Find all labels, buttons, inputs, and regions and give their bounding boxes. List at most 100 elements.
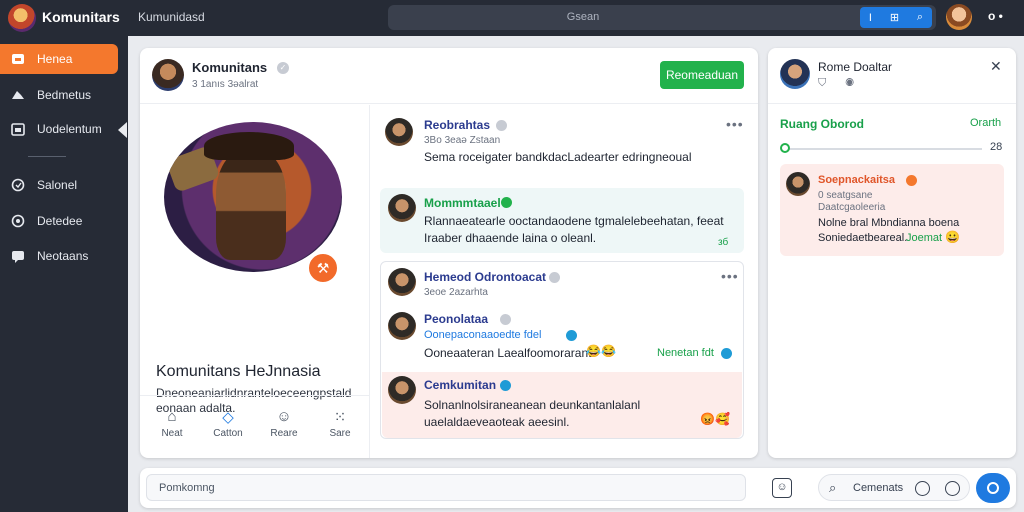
post-author[interactable]: Reobrahtas — [424, 118, 490, 132]
send-button[interactable] — [976, 473, 1010, 503]
verified-icon — [501, 197, 512, 208]
composer-bar: Pomkomng ☺ ⌕ Cemenats — [140, 468, 1016, 508]
search-placeholder[interactable]: Gsean — [388, 11, 778, 23]
room-status-icons: ⛉ ◉ — [818, 77, 863, 89]
post-text: Sema roceigater bandkdacLadearter edring… — [424, 150, 692, 164]
post-meta: 3Bo 3eaə Zstaan — [424, 135, 501, 146]
search-icon[interactable]: ⌕ — [917, 11, 923, 24]
tab-sare[interactable]: ⁙ Sare — [312, 408, 368, 439]
room-header: Rome Doaltar ⛉ ◉ ✕ — [768, 48, 1016, 104]
verified-icon: ✓ — [277, 62, 289, 74]
comment-toolbar[interactable]: ⌕ Cemenats — [818, 474, 970, 501]
sidebar-item-label: Salonel — [37, 178, 78, 192]
community-meta: 3 1anıs 3əalrat — [192, 79, 259, 90]
emoji-icon: 😂😂 — [586, 344, 616, 358]
verified-icon — [500, 314, 511, 325]
app-logo[interactable] — [8, 4, 36, 32]
search-icon[interactable]: ⌕ — [829, 480, 836, 496]
tab-neat[interactable]: ⌂ Neat — [144, 408, 200, 439]
tab-catton[interactable]: ◇ Catton — [200, 408, 256, 439]
message-avatar[interactable] — [786, 172, 810, 196]
room-progress-value: 28 — [990, 141, 1003, 153]
reply-author[interactable]: Mommmtaael — [424, 196, 501, 210]
comment-author[interactable]: Peonolataa — [424, 312, 488, 326]
emoji-icon[interactable] — [945, 481, 960, 496]
thread-avatar[interactable] — [388, 268, 416, 296]
verified-icon — [496, 120, 507, 131]
top-bar: Komunitars Kumunidasd Gsean I ⊞ ⌕ o • — [0, 0, 1024, 36]
message-input[interactable]: Pomkomng — [146, 474, 746, 501]
hero-figure — [216, 150, 286, 260]
post-avatar[interactable] — [385, 118, 413, 146]
reply-card: Mommmtaael Rlannaeatearle ooctandaodene … — [380, 188, 744, 253]
grid-icon: ⁙ — [333, 409, 347, 426]
more-options-icon[interactable]: ••• — [726, 116, 744, 132]
app-subtitle: Kumunidasd — [138, 10, 205, 24]
message-author[interactable]: Soepnackaitsa — [818, 174, 895, 186]
comment-tag[interactable]: Nenetan fdt — [657, 347, 714, 359]
gear-icon — [11, 214, 25, 228]
diamond-icon: ◇ — [222, 409, 234, 426]
comments-label[interactable]: Cemenats — [853, 482, 903, 494]
sidebar-item-uodelentum[interactable]: Uodelentum — [0, 114, 118, 144]
room-avatar[interactable] — [780, 59, 810, 89]
tab-label: Neat — [161, 428, 183, 439]
thread-author[interactable]: Hemeod Odrontoacat — [424, 270, 546, 284]
verified-icon — [500, 380, 511, 391]
community-tabbar: ⌂ Neat ◇ Catton ☺ Reare ⁙ Sare — [140, 395, 370, 458]
highlight-comment: Cemkumitan Solnanlnolsiraneanean deunkan… — [382, 372, 742, 438]
comment-avatar[interactable] — [388, 376, 416, 404]
message-tag[interactable]: Joemat — [906, 232, 942, 244]
room-section-action[interactable]: Orarth — [970, 117, 1001, 129]
clock-icon[interactable] — [915, 481, 930, 496]
verified-icon — [549, 272, 560, 283]
sidebar-item-salonel[interactable]: Salonel — [0, 170, 118, 200]
reaction-icon[interactable]: 😡🥰 — [700, 412, 730, 426]
reply-text: Rlannaeatearle ooctandaodene tgmalelebee… — [424, 214, 724, 245]
search-actions[interactable]: I ⊞ ⌕ — [860, 7, 932, 28]
more-options-icon[interactable]: ••• — [721, 268, 739, 284]
shield-icon — [11, 178, 25, 192]
search-bar[interactable]: Gsean I ⊞ ⌕ — [388, 5, 936, 30]
smile-box-icon: ☺ — [276, 408, 292, 425]
sidebar-divider — [28, 156, 66, 157]
user-avatar[interactable] — [946, 4, 972, 30]
follow-button[interactable]: Reomeaduan — [660, 61, 744, 89]
community-name: Komunitans HeJnnasia — [156, 363, 321, 380]
sidebar-item-label: Detedee — [37, 214, 83, 228]
chat-icon — [11, 249, 25, 263]
tab-label: Reare — [270, 428, 298, 439]
hammer-icon[interactable]: ⚒ — [306, 251, 340, 285]
thread-meta: 3eoe 2azarhta — [424, 287, 488, 298]
comment-text: Ooneaateran Laealfoomorarant — [424, 346, 592, 360]
info-icon[interactable]: I — [869, 12, 872, 24]
sidebar-item-label: Bedmetus — [37, 88, 92, 102]
community-card: Komunitans ✓ 3 1anıs 3əalrat Reomeaduan … — [140, 48, 758, 458]
room-progress-track — [786, 148, 982, 150]
message-meta: 0 seatgsane — [818, 190, 873, 201]
emoji-button[interactable]: ☺ — [772, 478, 792, 498]
sidebar-item-detedee[interactable]: Detedee — [0, 206, 118, 236]
sidebar-item-home[interactable]: Henea — [0, 44, 118, 74]
close-icon[interactable]: ✕ — [990, 58, 1002, 75]
app-title: Komunitars — [42, 9, 120, 25]
comment-avatar[interactable] — [388, 312, 416, 340]
room-progress-handle[interactable] — [780, 143, 790, 153]
tab-reare[interactable]: ☺ Reare — [256, 408, 312, 439]
message-input-placeholder[interactable]: Pomkomng — [159, 482, 215, 494]
comment-author[interactable]: Cemkumitan — [424, 378, 496, 392]
link-icon — [566, 330, 577, 341]
sidebar: Henea Bedmetus Uodelentum Salonel Detede… — [0, 36, 128, 512]
reply-avatar[interactable] — [388, 194, 416, 222]
reply-count: зб — [718, 237, 729, 248]
profile-panel: ⚒ Komunitans HeJnnasia Dneoneaniarlidnra… — [140, 105, 370, 458]
sidebar-item-bedmetus[interactable]: Bedmetus — [0, 80, 118, 110]
more-menu[interactable]: o • — [988, 9, 1003, 23]
grid-icon[interactable]: ⊞ — [890, 11, 899, 24]
sidebar-item-neotaans[interactable]: Neotaans — [0, 241, 118, 271]
community-avatar[interactable] — [152, 59, 184, 91]
share-icon[interactable] — [721, 348, 732, 359]
community-cover-image — [164, 122, 342, 272]
room-section-label: Ruang Oborod — [780, 117, 864, 131]
home-icon: ⌂ — [167, 408, 177, 425]
